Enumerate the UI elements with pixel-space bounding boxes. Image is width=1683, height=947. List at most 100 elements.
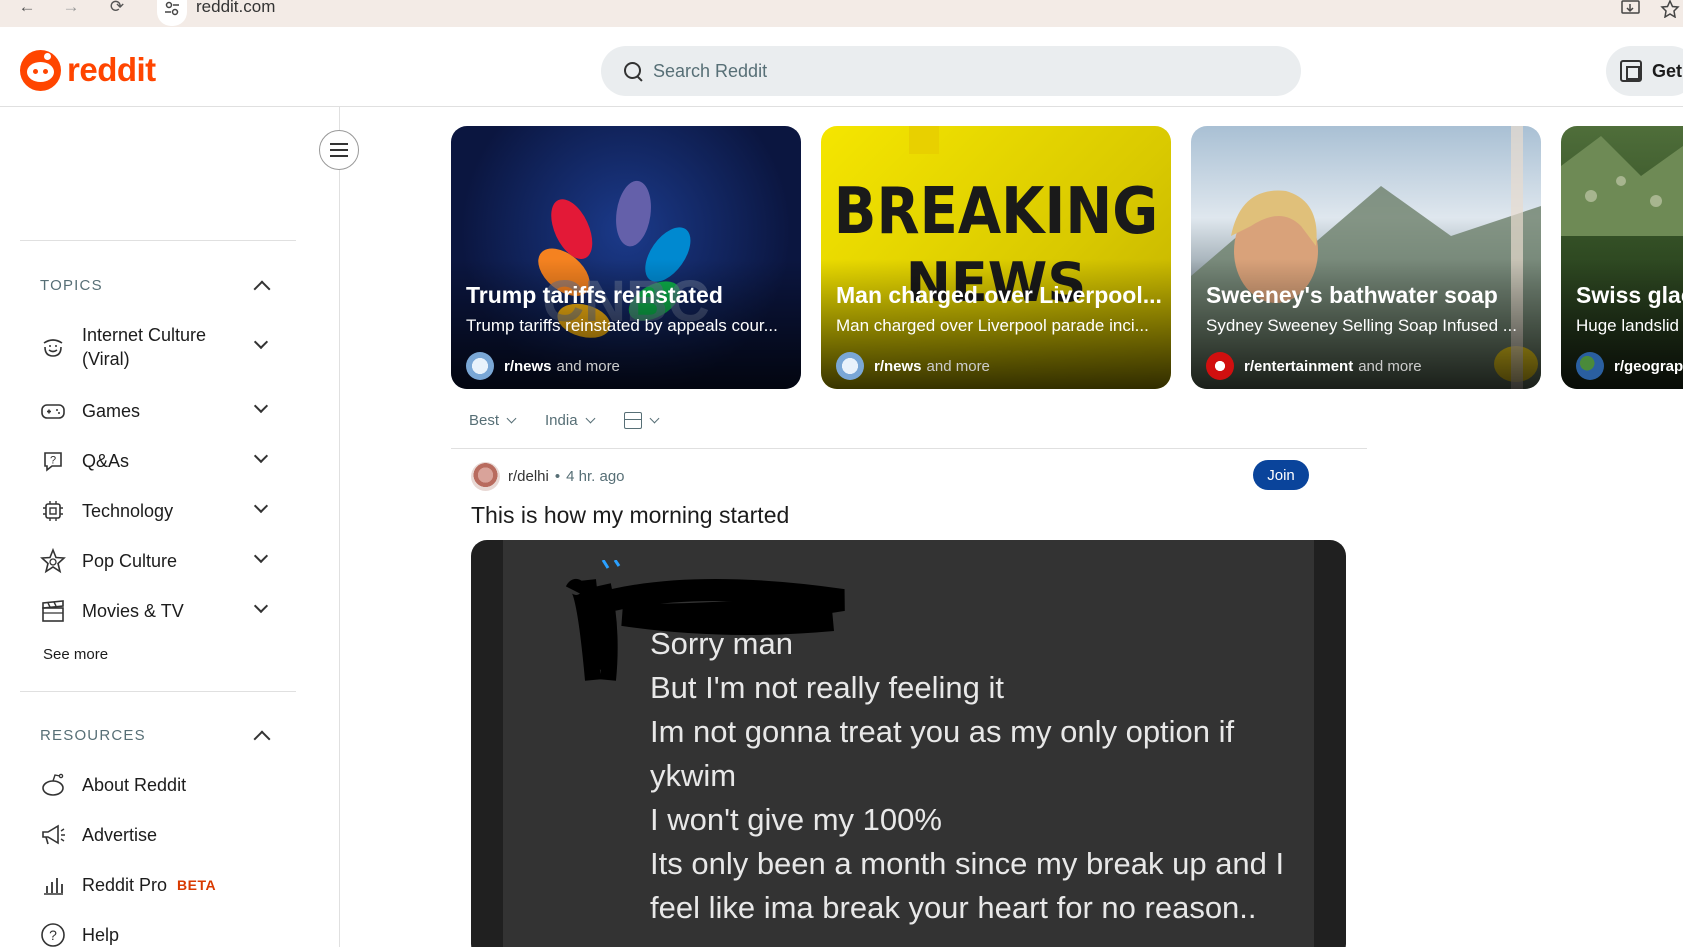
card-meta: r/geograp — [1576, 352, 1683, 380]
reddit-logo[interactable]: reddit — [20, 49, 156, 91]
sidebar-item-movies-tv[interactable]: Movies & TV — [40, 598, 280, 624]
feed-divider — [451, 448, 1367, 449]
subreddit-avatar — [1206, 352, 1234, 380]
topics-section-title[interactable]: TOPICS — [40, 277, 103, 294]
card-title: Man charged over Liverpool... — [836, 282, 1162, 308]
reddit-alien-icon — [40, 772, 66, 798]
trending-card[interactable]: BREAKING NEWS Man charged over Liverpool… — [821, 126, 1171, 389]
meta-separator: • — [554, 468, 561, 485]
svg-text:?: ? — [50, 455, 56, 467]
install-app-icon[interactable] — [1620, 0, 1642, 18]
sidebar-item-label: Help — [82, 925, 120, 945]
card-title: Swiss glac — [1576, 282, 1683, 308]
sidebar-item-advertise[interactable]: Advertise — [40, 822, 280, 848]
browser-toolbar: ← → ⟳ reddit.com — [0, 0, 1683, 27]
sidebar-item-technology[interactable]: Technology — [40, 498, 280, 524]
view-layout-dropdown[interactable] — [623, 411, 659, 429]
qr-code-icon — [1620, 60, 1642, 82]
beta-badge: BETA — [177, 877, 217, 893]
left-sidebar: TOPICS Internet Culture (Viral) Games ? … — [0, 107, 340, 947]
subreddit-avatar — [1576, 352, 1604, 380]
card-subreddit: r/geograp — [1614, 357, 1683, 375]
chevron-down-icon — [506, 413, 517, 423]
sidebar-divider — [20, 240, 296, 241]
chevron-down-icon[interactable] — [253, 498, 269, 514]
chevron-down-icon[interactable] — [253, 448, 269, 464]
search-bar[interactable]: Search Reddit — [601, 46, 1301, 96]
card-subtitle: Sydney Sweeney Selling Soap Infused ... — [1206, 316, 1517, 335]
clapperboard-icon — [40, 598, 66, 624]
bookmark-star-icon[interactable] — [1660, 0, 1682, 19]
chevron-up-icon[interactable] — [253, 280, 271, 298]
card-subreddit: r/entertainment — [1244, 357, 1354, 375]
card-subreddit: r/news — [874, 357, 922, 375]
chevron-down-icon[interactable] — [253, 548, 269, 564]
sidebar-item-label: Technology — [82, 501, 174, 521]
reload-icon[interactable]: ⟳ — [106, 0, 128, 16]
sidebar-item-label: Pop Culture — [82, 551, 178, 571]
post-meta: r/delhi • 4 hr. ago — [471, 462, 625, 491]
bar-chart-icon — [40, 872, 66, 898]
card-meta: r/news and more — [466, 352, 620, 380]
card-more-text: and more — [1358, 357, 1422, 375]
back-arrow-icon[interactable]: ← — [16, 0, 38, 16]
sidebar-item-reddit-pro[interactable]: Reddit Pro BETA — [40, 872, 280, 898]
hamburger-menu-icon — [330, 143, 348, 157]
logo-wordmark: reddit — [67, 51, 156, 88]
see-more-link[interactable]: See more — [43, 646, 108, 663]
message-line: ykwim — [650, 758, 737, 793]
card-meta: r/entertainment and more — [1206, 352, 1422, 380]
megaphone-icon — [40, 822, 66, 848]
search-icon — [623, 61, 643, 81]
post-image[interactable]: Sorry man But I'm not really feeling it … — [471, 540, 1346, 947]
smile-icon — [40, 334, 66, 360]
resources-section-title[interactable]: RESOURCES — [40, 727, 146, 744]
trending-card[interactable]: Swiss glac Huge landslid r/geograp — [1561, 126, 1683, 389]
subreddit-avatar[interactable] — [471, 462, 500, 491]
site-info-icon[interactable] — [157, 0, 187, 26]
sidebar-item-label: Advertise — [82, 825, 158, 845]
join-button[interactable]: Join — [1253, 460, 1309, 490]
question-bubble-icon: ? — [40, 448, 66, 474]
message-line: Im not gonna treat you as my only option… — [650, 714, 1235, 749]
message-line: feel like ima break your heart for no re… — [650, 890, 1257, 925]
search-input[interactable]: Search Reddit — [653, 61, 767, 82]
collapse-sidebar-button[interactable] — [319, 130, 359, 170]
region-dropdown[interactable]: India — [545, 412, 595, 429]
sidebar-item-help[interactable]: ? Help — [40, 922, 280, 947]
gamepad-icon — [40, 398, 66, 424]
card-subreddit: r/news — [504, 357, 552, 375]
get-app-label: Get — [1652, 60, 1683, 81]
chat-screenshot: Sorry man But I'm not really feeling it … — [503, 540, 1314, 947]
chevron-down-icon[interactable] — [253, 598, 269, 614]
sort-dropdown[interactable]: Best — [469, 411, 517, 429]
chevron-down-icon — [649, 413, 659, 423]
sidebar-item-pop-culture[interactable]: Pop Culture — [40, 548, 280, 574]
post-timestamp: 4 hr. ago — [566, 468, 625, 485]
svg-text:BREAKING: BREAKING — [834, 174, 1158, 249]
forward-arrow-icon[interactable]: → — [60, 0, 82, 16]
sidebar-item-internet-culture[interactable]: Internet Culture (Viral) — [40, 323, 280, 371]
message-line: But I'm not really feeling it — [650, 670, 1004, 705]
sidebar-item-about-reddit[interactable]: About Reddit — [40, 772, 280, 798]
sidebar-item-games[interactable]: Games — [40, 398, 280, 424]
card-subtitle: Man charged over Liverpool parade inci..… — [836, 316, 1149, 335]
card-meta: r/news and more — [836, 352, 990, 380]
sidebar-item-qas[interactable]: ? Q&As — [40, 448, 280, 474]
trending-card[interactable]: Sweeney's bathwater soap Sydney Sweeney … — [1191, 126, 1541, 389]
sidebar-item-label: About Reddit — [82, 775, 187, 795]
address-bar-url[interactable]: reddit.com — [196, 0, 275, 17]
sort-label: Best — [469, 411, 500, 429]
post-subreddit-link[interactable]: r/delhi — [508, 468, 549, 485]
card-more-text: and more — [556, 357, 620, 375]
chevron-up-icon[interactable] — [253, 730, 271, 748]
sidebar-item-label: Games — [82, 401, 141, 421]
post-title[interactable]: This is how my morning started — [471, 502, 789, 529]
site-header: reddit Search Reddit Get — [0, 34, 1683, 107]
trending-card[interactable]: CNBC Trump tariffs reinstated Trump tari… — [451, 126, 801, 389]
get-app-button[interactable]: Get — [1606, 46, 1683, 96]
chevron-down-icon[interactable] — [253, 398, 269, 414]
reddit-snoo-icon — [20, 49, 61, 91]
chevron-down-icon[interactable] — [253, 334, 269, 350]
card-subtitle: Trump tariffs reinstated by appeals cour… — [466, 316, 778, 335]
